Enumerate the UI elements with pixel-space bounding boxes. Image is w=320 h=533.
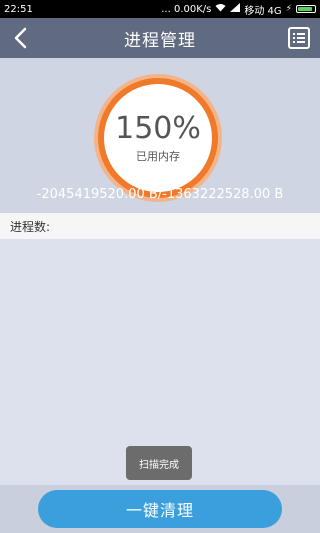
wifi-icon bbox=[215, 3, 226, 15]
memory-label: 已用内存 bbox=[136, 149, 180, 163]
page-title: 进程管理 bbox=[124, 30, 196, 51]
signal-icon bbox=[230, 3, 241, 15]
process-count-label: 进程数: bbox=[0, 213, 320, 239]
nav-bar: 进程管理 bbox=[0, 18, 320, 58]
battery-icon bbox=[296, 5, 316, 13]
carrier-label: 移动 4G bbox=[244, 5, 282, 17]
status-time: 22:51 bbox=[4, 3, 33, 15]
one-click-clean-button[interactable]: 一键清理 bbox=[38, 490, 282, 528]
chevron-left-icon[interactable] bbox=[8, 24, 32, 52]
charging-icon: ⚡ bbox=[285, 4, 292, 14]
memory-gauge: 150% 已用内存 bbox=[98, 78, 218, 198]
memory-percent: 150% bbox=[115, 110, 201, 146]
memory-values: -2045419520.00 B/-1363222528.00 B bbox=[36, 187, 284, 202]
status-right: ... 0.00K/s 移动 4G ⚡ bbox=[161, 2, 316, 17]
toast-message: 扫描完成 bbox=[126, 446, 192, 480]
network-speed: ... 0.00K/s bbox=[161, 3, 212, 15]
list-icon[interactable] bbox=[288, 27, 310, 49]
status-bar: 22:51 ... 0.00K/s 移动 4G ⚡ bbox=[0, 0, 320, 18]
